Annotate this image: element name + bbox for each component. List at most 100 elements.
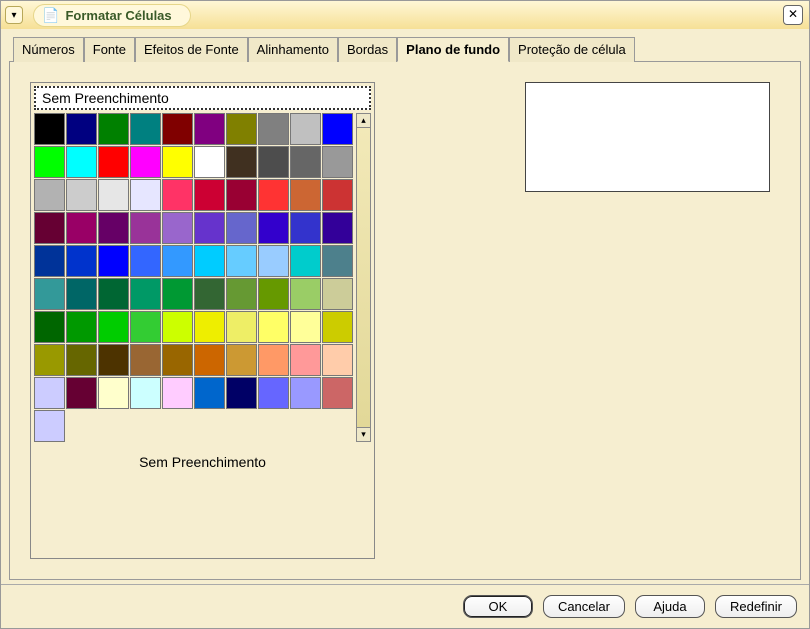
tab-prote-o-de-c-lula[interactable]: Proteção de célula: [509, 37, 635, 62]
color-swatch[interactable]: [130, 377, 161, 409]
color-swatch[interactable]: [226, 377, 257, 409]
color-swatch[interactable]: [322, 344, 353, 376]
color-swatch[interactable]: [258, 245, 289, 277]
color-swatch[interactable]: [322, 278, 353, 310]
color-swatch[interactable]: [34, 377, 65, 409]
tab-n-meros[interactable]: Números: [13, 37, 84, 62]
color-swatch[interactable]: [162, 113, 193, 145]
color-swatch[interactable]: [98, 245, 129, 277]
color-swatch[interactable]: [194, 377, 225, 409]
color-swatch[interactable]: [162, 311, 193, 343]
color-swatch[interactable]: [322, 113, 353, 145]
color-swatch[interactable]: [162, 179, 193, 211]
color-swatch[interactable]: [322, 146, 353, 178]
color-swatch[interactable]: [162, 377, 193, 409]
color-swatch[interactable]: [226, 344, 257, 376]
color-swatch[interactable]: [194, 179, 225, 211]
color-swatch[interactable]: [130, 179, 161, 211]
color-swatch[interactable]: [322, 245, 353, 277]
selected-color-name[interactable]: Sem Preenchimento: [34, 86, 371, 110]
color-swatch[interactable]: [162, 344, 193, 376]
color-swatch[interactable]: [98, 113, 129, 145]
color-swatch[interactable]: [162, 245, 193, 277]
color-swatch[interactable]: [66, 146, 97, 178]
window-menu-button[interactable]: ▾: [5, 6, 23, 24]
color-swatch[interactable]: [130, 146, 161, 178]
help-button[interactable]: Ajuda: [635, 595, 705, 618]
color-swatch[interactable]: [226, 278, 257, 310]
color-swatch[interactable]: [290, 146, 321, 178]
color-swatch[interactable]: [194, 311, 225, 343]
color-swatch[interactable]: [322, 212, 353, 244]
color-swatch[interactable]: [66, 344, 97, 376]
color-swatch[interactable]: [258, 278, 289, 310]
tab-plano-de-fundo[interactable]: Plano de fundo: [397, 37, 509, 62]
color-swatch[interactable]: [162, 146, 193, 178]
color-swatch[interactable]: [258, 146, 289, 178]
color-swatch[interactable]: [290, 212, 321, 244]
color-swatch[interactable]: [66, 245, 97, 277]
color-swatch[interactable]: [258, 113, 289, 145]
color-swatch[interactable]: [98, 311, 129, 343]
color-swatch[interactable]: [34, 311, 65, 343]
color-swatch[interactable]: [194, 113, 225, 145]
color-swatch[interactable]: [66, 179, 97, 211]
palette-scrollbar[interactable]: ▴ ▾: [356, 113, 371, 442]
color-swatch[interactable]: [226, 113, 257, 145]
tab-efeitos-de-fonte[interactable]: Efeitos de Fonte: [135, 37, 248, 62]
color-swatch[interactable]: [130, 344, 161, 376]
color-swatch[interactable]: [226, 245, 257, 277]
color-swatch[interactable]: [322, 179, 353, 211]
color-swatch[interactable]: [34, 344, 65, 376]
color-swatch[interactable]: [226, 311, 257, 343]
scroll-up-button[interactable]: ▴: [356, 113, 371, 128]
color-swatch[interactable]: [66, 377, 97, 409]
color-swatch[interactable]: [162, 278, 193, 310]
color-swatch[interactable]: [98, 146, 129, 178]
color-swatch[interactable]: [290, 179, 321, 211]
color-swatch[interactable]: [130, 245, 161, 277]
color-swatch[interactable]: [194, 245, 225, 277]
color-swatch[interactable]: [130, 278, 161, 310]
color-swatch[interactable]: [194, 278, 225, 310]
color-swatch[interactable]: [34, 113, 65, 145]
color-swatch[interactable]: [98, 179, 129, 211]
color-swatch[interactable]: [290, 278, 321, 310]
tab-fonte[interactable]: Fonte: [84, 37, 135, 62]
scroll-down-button[interactable]: ▾: [356, 427, 371, 442]
color-swatch[interactable]: [98, 212, 129, 244]
color-swatch[interactable]: [290, 311, 321, 343]
reset-button[interactable]: Redefinir: [715, 595, 797, 618]
color-swatch[interactable]: [226, 146, 257, 178]
color-swatch[interactable]: [322, 377, 353, 409]
color-swatch[interactable]: [98, 377, 129, 409]
color-swatch[interactable]: [34, 410, 65, 442]
color-swatch[interactable]: [34, 146, 65, 178]
color-swatch[interactable]: [98, 344, 129, 376]
color-swatch[interactable]: [258, 344, 289, 376]
color-swatch[interactable]: [98, 278, 129, 310]
color-swatch[interactable]: [322, 311, 353, 343]
color-swatch[interactable]: [34, 245, 65, 277]
color-swatch[interactable]: [194, 146, 225, 178]
color-swatch[interactable]: [226, 179, 257, 211]
color-swatch[interactable]: [290, 245, 321, 277]
tab-alinhamento[interactable]: Alinhamento: [248, 37, 338, 62]
color-swatch[interactable]: [66, 212, 97, 244]
color-swatch[interactable]: [130, 311, 161, 343]
tab-bordas[interactable]: Bordas: [338, 37, 397, 62]
color-swatch[interactable]: [34, 278, 65, 310]
color-swatch[interactable]: [66, 113, 97, 145]
color-swatch[interactable]: [34, 212, 65, 244]
color-swatch[interactable]: [66, 311, 97, 343]
color-swatch[interactable]: [130, 212, 161, 244]
color-swatch[interactable]: [162, 212, 193, 244]
cancel-button[interactable]: Cancelar: [543, 595, 625, 618]
color-swatch[interactable]: [34, 179, 65, 211]
color-swatch[interactable]: [258, 179, 289, 211]
color-swatch[interactable]: [290, 377, 321, 409]
color-swatch[interactable]: [258, 377, 289, 409]
color-swatch[interactable]: [130, 113, 161, 145]
color-swatch[interactable]: [194, 212, 225, 244]
scroll-track[interactable]: [356, 128, 371, 427]
